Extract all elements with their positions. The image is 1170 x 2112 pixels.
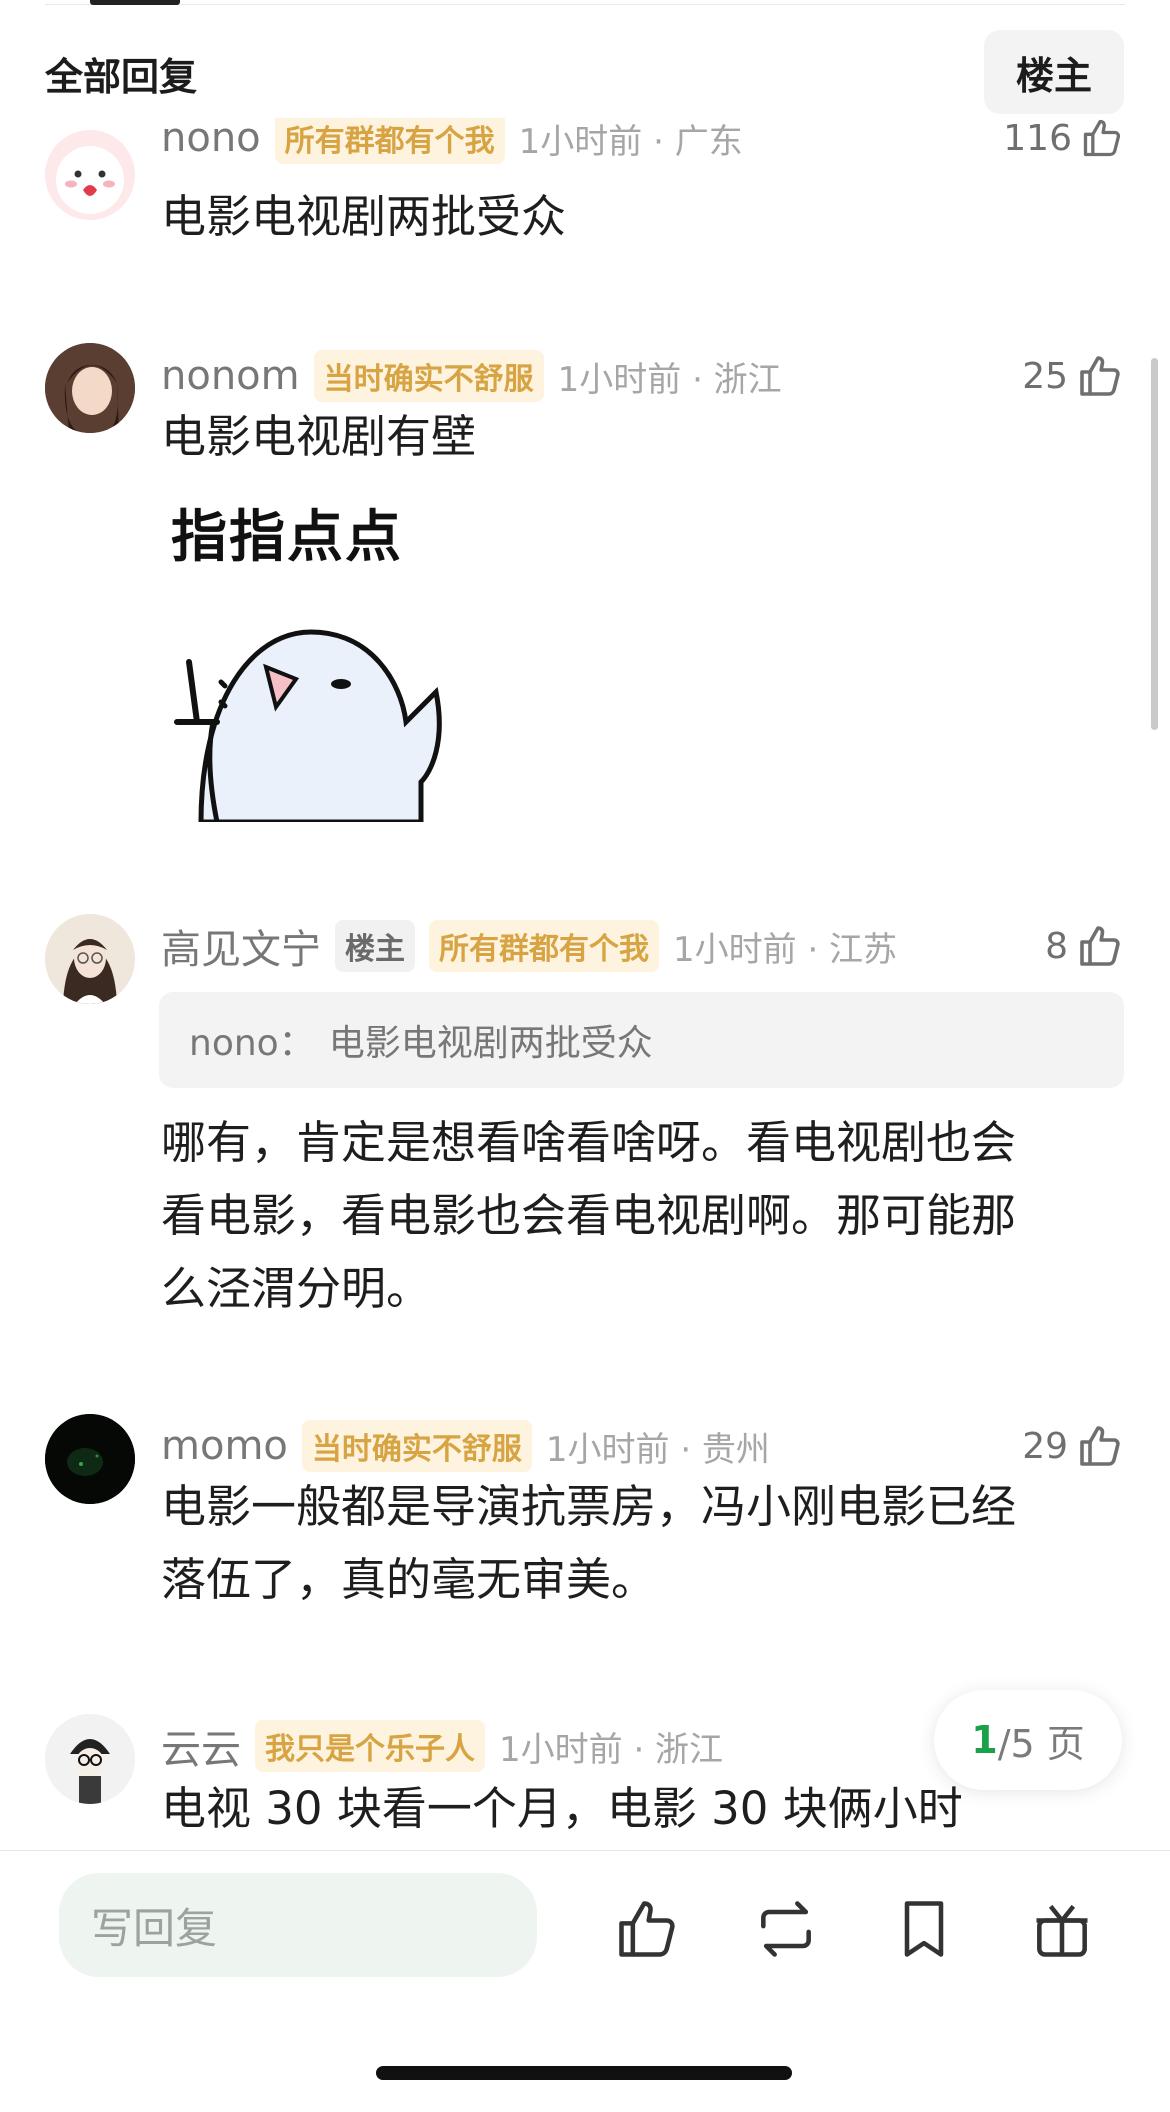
timestamp-location: 1小时前 · 浙江 (557, 359, 782, 400)
total-pages: /5 页 (997, 1721, 1085, 1766)
comment-text: 哪有，肯定是想看啥看啥呀。看电视剧也会 看电影，看电影也会看电视剧啊。那可能那 … (161, 1106, 1110, 1325)
bottom-action-bar: 写回复 (0, 1850, 1170, 2112)
comment-item: nonom 当时确实不舒服 1小时前 · 浙江 25 电影电视剧有壁 指指点点 (0, 340, 1170, 822)
fan-badge: 当时确实不舒服 (313, 350, 544, 402)
thumb-up-icon[interactable] (613, 1895, 681, 1963)
gift-icon[interactable] (1028, 1895, 1096, 1963)
thumb-up-icon (1080, 356, 1120, 396)
quoted-text: 电影电视剧两批受众 (328, 1023, 653, 1064)
comment-text: 电影电视剧两批受众 (161, 190, 567, 243)
op-only-button[interactable]: 楼主 (984, 30, 1124, 114)
quoted-username: nono： (189, 1023, 315, 1064)
like-count: 116 (1003, 118, 1072, 159)
username[interactable]: nono (161, 118, 261, 161)
reply-input[interactable]: 写回复 (59, 1873, 537, 1977)
comment-item: nono 所有群都有个我 1小时前 · 广东 116 电影电视剧两批受众 (0, 118, 1170, 258)
comment-text: 电影电视剧有壁 (161, 410, 477, 463)
repost-icon[interactable] (752, 1895, 820, 1963)
comment-line: 么泾渭分明。 (161, 1262, 432, 1315)
scrollbar[interactable] (1151, 358, 1158, 730)
like-button[interactable]: 116 (1003, 118, 1124, 166)
username[interactable]: nonom (161, 353, 300, 399)
username[interactable]: momo (161, 1423, 288, 1469)
like-button[interactable]: 29 (1022, 1418, 1124, 1474)
timestamp-location: 1小时前 · 广东 (518, 121, 743, 162)
tab-indicator (90, 0, 180, 5)
like-count: 25 (1022, 355, 1068, 397)
page-indicator[interactable]: 1/5 页 (934, 1690, 1122, 1790)
avatar[interactable] (45, 343, 135, 433)
thumb-up-icon (1080, 926, 1120, 966)
comment-item: momo 当时确实不舒服 1小时前 · 贵州 29 电影一般都是导演抗票房，冯小… (0, 1412, 1170, 1632)
timestamp-location: 1小时前 · 江苏 (673, 929, 898, 970)
comment-line: 电影一般都是导演抗票房，冯小刚电影已经 (161, 1480, 1017, 1533)
thumb-up-icon (1080, 1426, 1120, 1466)
replies-header: 全部回复 楼主 (0, 24, 1170, 114)
like-count: 8 (1045, 925, 1068, 967)
timestamp-location: 1小时前 · 贵州 (545, 1429, 770, 1470)
comment-item: 高见文宁 楼主 所有群都有个我 1小时前 · 江苏 8 nono： 电影电视剧两… (0, 912, 1170, 1322)
page-title: 全部回复 (45, 55, 198, 99)
home-indicator (376, 2066, 792, 2080)
bookmark-icon[interactable] (890, 1895, 958, 1963)
fan-badge: 所有群都有个我 (429, 920, 659, 972)
sticker-image[interactable]: 指指点点 (161, 492, 481, 822)
avatar[interactable] (45, 130, 135, 220)
username[interactable]: 高见文宁 (161, 917, 321, 975)
sticker-caption: 指指点点 (171, 504, 403, 570)
username[interactable]: 云云 (161, 1717, 241, 1775)
bird-illustration (174, 629, 442, 822)
op-badge: 楼主 (335, 920, 415, 972)
comment-line: 落伍了，真的毫无审美。 (161, 1553, 657, 1606)
fan-badge: 我只是个乐子人 (255, 1720, 485, 1772)
timestamp-location: 1小时前 · 浙江 (499, 1729, 724, 1770)
top-divider (45, 0, 1125, 5)
comment-line: 哪有，肯定是想看啥看啥呀。看电视剧也会 (161, 1116, 1017, 1169)
like-count: 29 (1022, 1425, 1068, 1467)
fan-badge: 当时确实不舒服 (301, 1420, 532, 1472)
like-button[interactable]: 8 (1045, 918, 1124, 974)
thumb-up-icon (1083, 119, 1121, 157)
avatar[interactable] (45, 1714, 135, 1804)
comment-line: 看电影，看电影也会看电视剧啊。那可能那 (161, 1189, 1017, 1242)
like-button[interactable]: 25 (1022, 348, 1124, 404)
current-page: 1 (971, 1718, 998, 1762)
quoted-reply[interactable]: nono： 电影电视剧两批受众 (159, 992, 1124, 1088)
comment-text: 电影一般都是导演抗票房，冯小刚电影已经 落伍了，真的毫无审美。 (161, 1470, 1110, 1616)
fan-badge: 所有群都有个我 (274, 118, 505, 164)
avatar[interactable] (45, 1414, 135, 1504)
avatar[interactable] (45, 914, 135, 1004)
